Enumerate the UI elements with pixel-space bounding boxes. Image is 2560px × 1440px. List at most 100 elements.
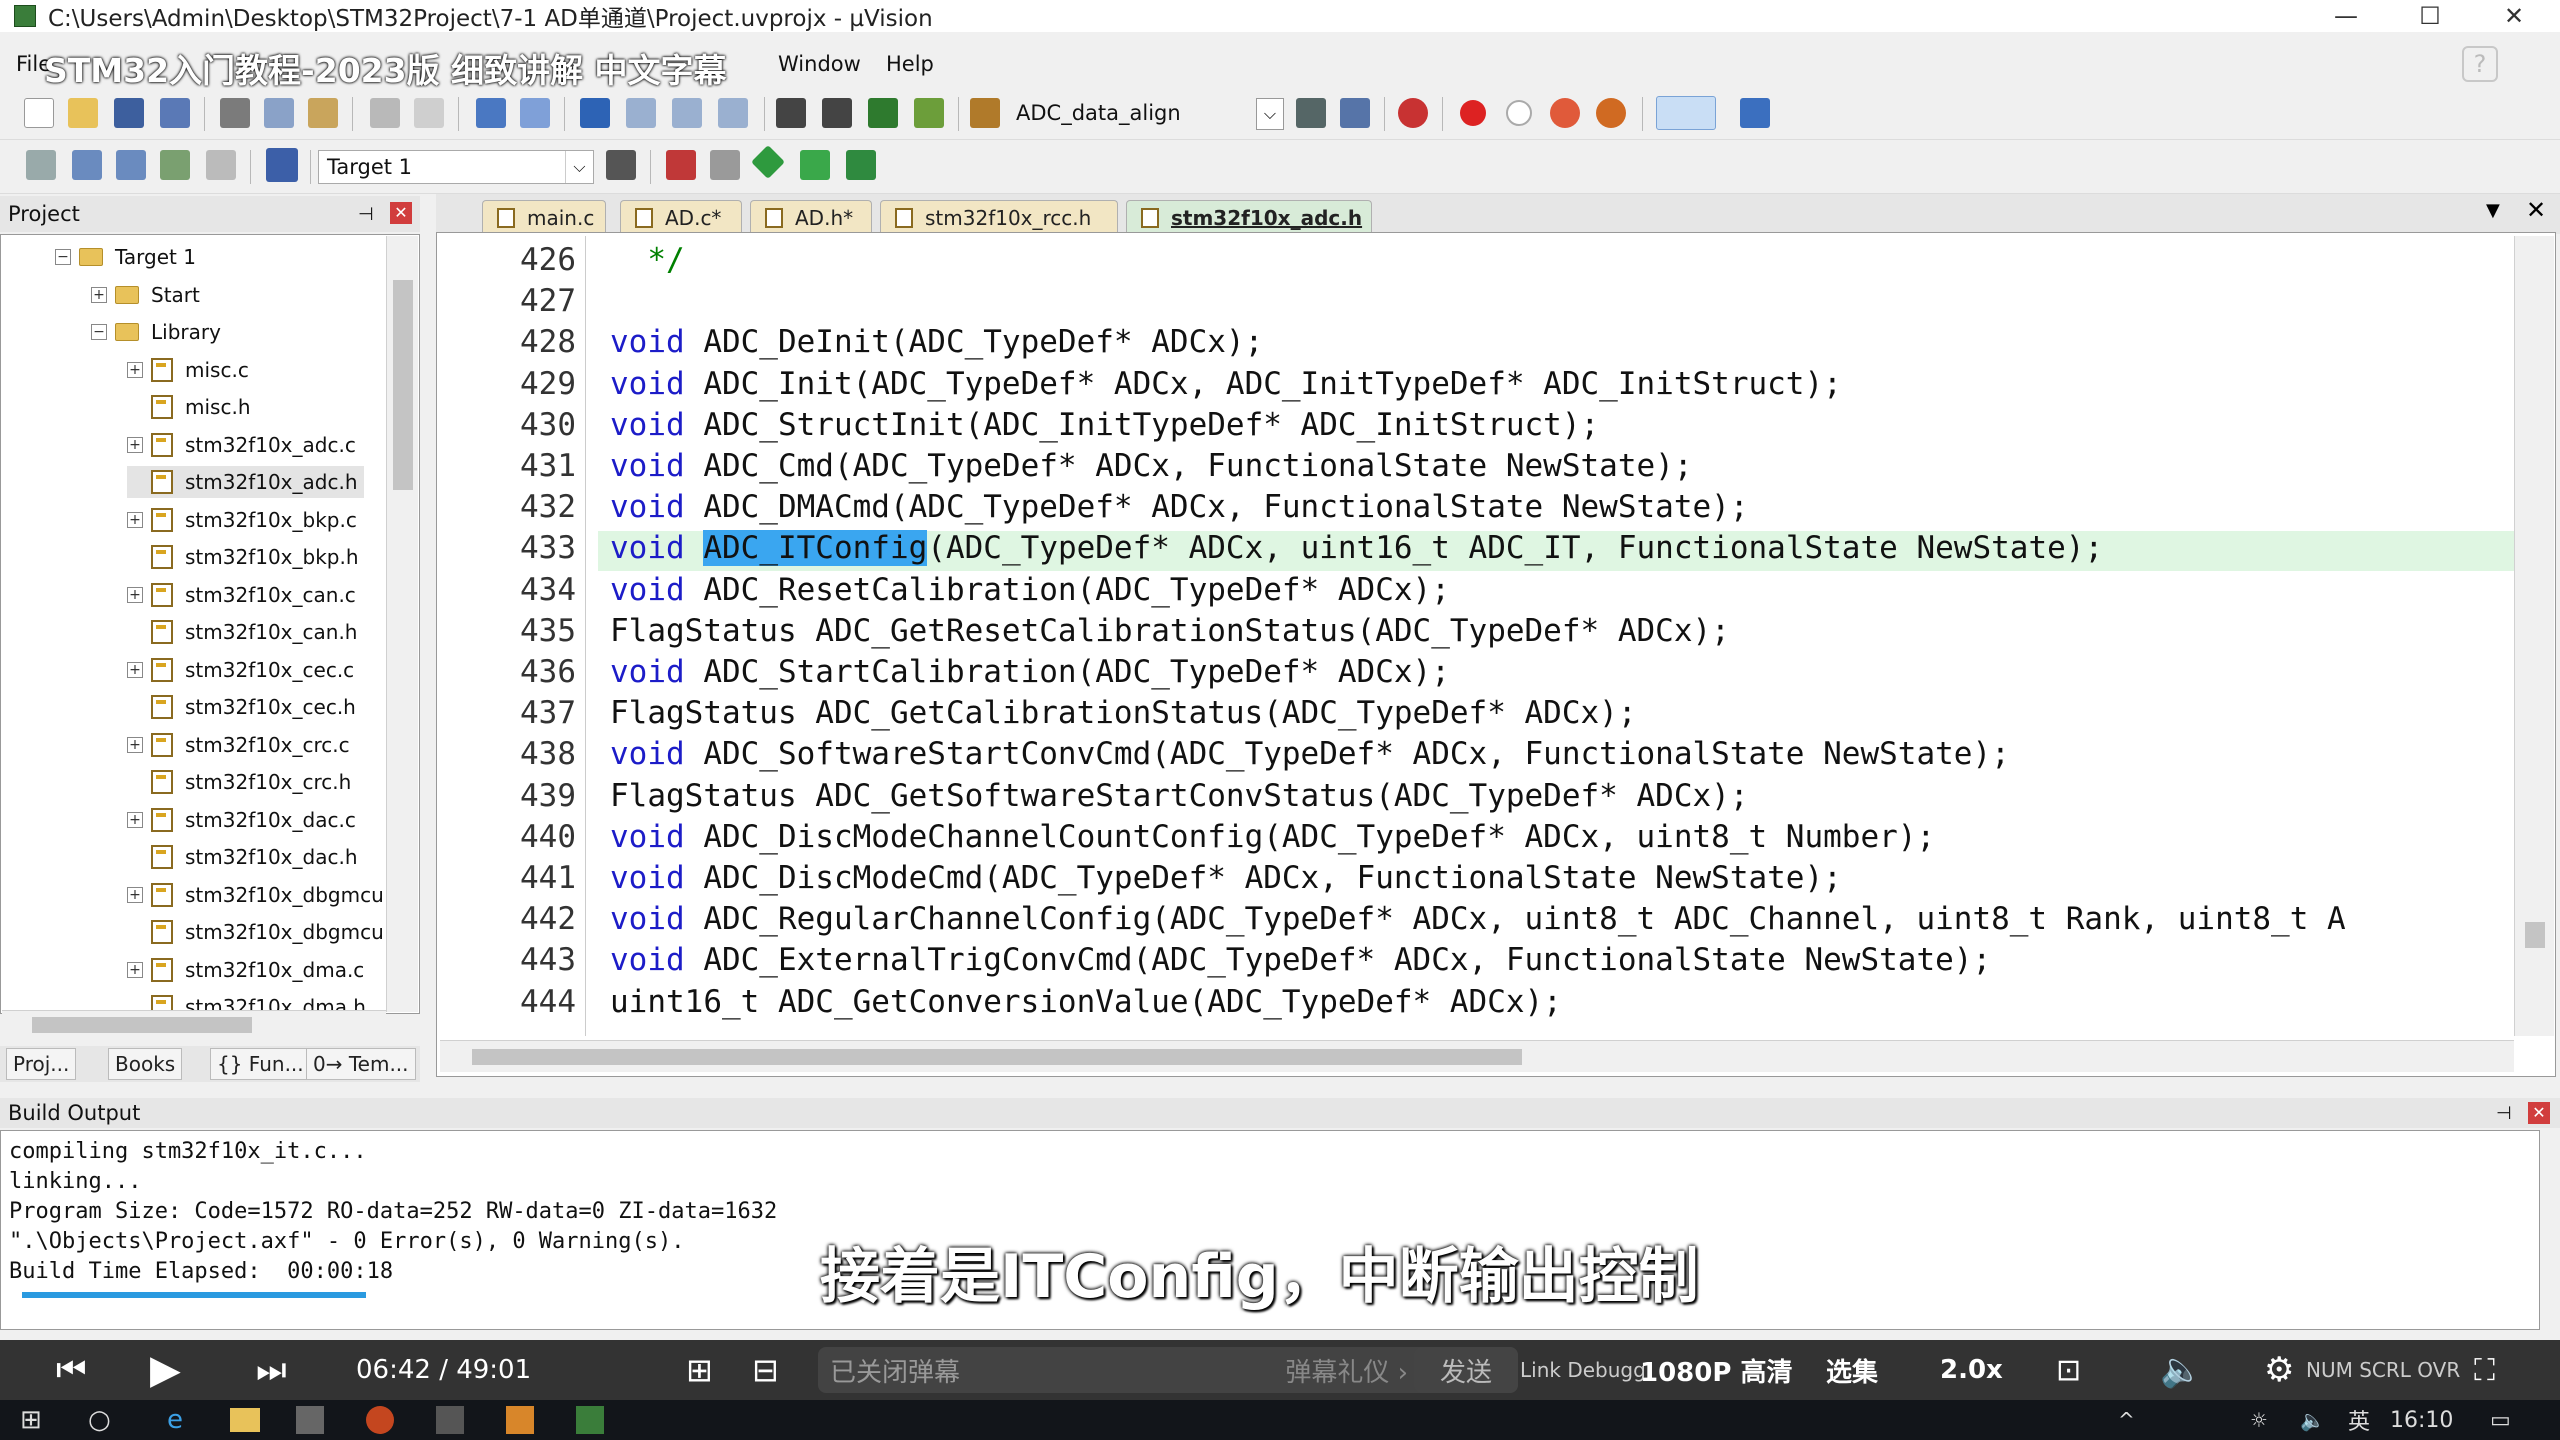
- code-line[interactable]: void ADC_ExternalTrigConvCmd(ADC_TypeDef…: [610, 942, 1991, 978]
- editor-tab[interactable]: AD.h*: [750, 200, 872, 234]
- pack-installer-icon[interactable]: [751, 145, 785, 179]
- danmaku-toggle-icon[interactable]: ⊞: [686, 1340, 713, 1400]
- tab-project[interactable]: Proj...: [6, 1048, 77, 1080]
- manage-rte-icon[interactable]: [846, 150, 876, 180]
- project-tree-hscrollbar[interactable]: [2, 1010, 386, 1038]
- editor-tab[interactable]: main.c: [482, 200, 606, 234]
- fullscreen-icon[interactable]: ⛶: [2474, 1340, 2495, 1400]
- code-line[interactable]: void ADC_ITConfig(ADC_TypeDef* ADCx, uin…: [610, 530, 2103, 567]
- tab-books[interactable]: Books: [108, 1048, 183, 1080]
- build-icon[interactable]: [72, 150, 102, 180]
- send-button[interactable]: 发送: [1414, 1347, 1518, 1393]
- windows-start-icon[interactable]: ⊞: [20, 1400, 42, 1440]
- code-line[interactable]: void ADC_ResetCalibration(ADC_TypeDef* A…: [610, 572, 1450, 608]
- tree-item[interactable]: + stm32f10x_crc.c: [127, 729, 350, 761]
- tree-item[interactable]: stm32f10x_dbgmcu: [127, 916, 384, 948]
- tree-item[interactable]: + Start: [91, 279, 200, 311]
- code-line[interactable]: void ADC_DiscModeCmd(ADC_TypeDef* ADCx, …: [610, 860, 1842, 896]
- breakpoint-insert-icon[interactable]: [1460, 100, 1486, 126]
- bookmark-next-icon[interactable]: [672, 98, 702, 128]
- danmaku-settings-icon[interactable]: ⊟: [752, 1340, 779, 1400]
- unindent-icon[interactable]: [822, 98, 852, 128]
- target-options-icon[interactable]: [606, 150, 636, 180]
- tree-item[interactable]: + stm32f10x_cec.c: [127, 654, 354, 686]
- volume-icon[interactable]: 🔈: [2160, 1340, 2202, 1400]
- volume-icon[interactable]: 🔈: [2300, 1400, 2325, 1440]
- powerpoint-icon[interactable]: [366, 1406, 394, 1434]
- breakpoint-disable-icon[interactable]: [1506, 100, 1532, 126]
- new-file-icon[interactable]: [24, 98, 54, 128]
- select-packs-icon[interactable]: [800, 150, 830, 180]
- load-download-icon[interactable]: [266, 148, 298, 182]
- chevron-down-icon[interactable]: ⌵: [1256, 98, 1284, 130]
- redo-icon[interactable]: [414, 98, 444, 128]
- code-line[interactable]: void ADC_RegularChannelConfig(ADC_TypeDe…: [610, 901, 2346, 937]
- app-icon[interactable]: [296, 1406, 324, 1434]
- scroll-thumb[interactable]: [393, 280, 413, 490]
- save-icon[interactable]: [114, 98, 144, 128]
- minimize-button[interactable]: —: [2316, 0, 2376, 32]
- function-combo[interactable]: ADC_data_align: [1008, 96, 1286, 130]
- indent-icon[interactable]: [776, 98, 806, 128]
- code-line[interactable]: void ADC_Cmd(ADC_TypeDef* ADCx, Function…: [610, 448, 1693, 484]
- tree-item[interactable]: + stm32f10x_adc.c: [127, 429, 356, 461]
- code-line[interactable]: void ADC_StartCalibration(ADC_TypeDef* A…: [610, 654, 1450, 690]
- project-tree-scrollbar[interactable]: [386, 236, 418, 1012]
- undo-icon[interactable]: [370, 98, 400, 128]
- code-line[interactable]: void ADC_DeInit(ADC_TypeDef* ADCx);: [610, 324, 1263, 360]
- code-line[interactable]: */: [610, 242, 684, 278]
- pin-icon[interactable]: ⊣: [2496, 1103, 2512, 1124]
- search-icon[interactable]: ○: [88, 1400, 111, 1440]
- ime-indicator[interactable]: 英: [2348, 1400, 2370, 1440]
- tree-item[interactable]: stm32f10x_bkp.h: [127, 541, 359, 573]
- nav-back-icon[interactable]: [476, 98, 506, 128]
- code-line[interactable]: uint16_t ADC_GetConversionValue(ADC_Type…: [610, 984, 1562, 1020]
- scroll-thumb[interactable]: [32, 1017, 252, 1033]
- code-line[interactable]: FlagStatus ADC_GetCalibrationStatus(ADC_…: [610, 695, 1637, 731]
- expand-icon[interactable]: +: [127, 736, 143, 753]
- help-bubble-icon[interactable]: ?: [2462, 46, 2498, 82]
- expand-icon[interactable]: +: [127, 886, 143, 903]
- copy-icon[interactable]: [264, 98, 294, 128]
- close-icon[interactable]: ✕: [2528, 1102, 2550, 1124]
- configure-icon[interactable]: [1296, 98, 1326, 128]
- expand-icon[interactable]: +: [127, 661, 143, 678]
- scroll-thumb[interactable]: [2525, 922, 2545, 948]
- code-line[interactable]: FlagStatus ADC_GetSoftwareStartConvStatu…: [610, 778, 1748, 814]
- expand-icon[interactable]: +: [127, 361, 143, 378]
- play-icon[interactable]: ▶: [150, 1340, 181, 1400]
- subtitle-icon[interactable]: ⊡: [2056, 1340, 2081, 1400]
- code-line[interactable]: void ADC_DMACmd(ADC_TypeDef* ADCx, Funct…: [610, 489, 1748, 525]
- chevron-down-icon[interactable]: ⌵: [565, 151, 593, 183]
- expand-icon[interactable]: +: [127, 511, 143, 528]
- collapse-icon[interactable]: −: [55, 249, 71, 265]
- previous-icon[interactable]: ⏮: [56, 1340, 87, 1400]
- debug-session-icon[interactable]: [1398, 98, 1428, 128]
- tree-item[interactable]: stm32f10x_adc.h: [127, 466, 364, 498]
- tree-item[interactable]: misc.h: [127, 391, 251, 423]
- tree-item[interactable]: stm32f10x_cec.h: [127, 691, 356, 723]
- code-line[interactable]: void ADC_DiscModeChannelCountConfig(ADC_…: [610, 819, 1935, 855]
- tab-templates[interactable]: 0→ Tem...: [306, 1048, 416, 1080]
- code-line[interactable]: void ADC_StructInit(ADC_InitTypeDef* ADC…: [610, 407, 1599, 443]
- manage-project-icon[interactable]: [666, 150, 696, 180]
- tree-item[interactable]: + misc.c: [127, 354, 249, 386]
- breakpoint-disable-all-icon[interactable]: [1550, 98, 1580, 128]
- expand-icon[interactable]: +: [127, 586, 143, 603]
- play-overlay-icon[interactable]: [2388, 1148, 2488, 1224]
- tree-item[interactable]: − Target 1: [55, 241, 196, 273]
- editor-hscrollbar[interactable]: [440, 1040, 2514, 1072]
- tray-icon[interactable]: ☼: [2250, 1400, 2268, 1440]
- tree-item[interactable]: + stm32f10x_bkp.c: [127, 504, 357, 536]
- translate-icon[interactable]: [26, 150, 56, 180]
- notification-icon[interactable]: ▭: [2490, 1400, 2511, 1440]
- window-layout-icon[interactable]: [1656, 96, 1716, 130]
- episodes-button[interactable]: 选集: [1826, 1340, 1878, 1400]
- next-icon[interactable]: ⏭: [256, 1340, 287, 1400]
- code-line[interactable]: void ADC_Init(ADC_TypeDef* ADCx, ADC_Ini…: [610, 366, 1842, 402]
- bookmark-icon[interactable]: [580, 98, 610, 128]
- editor-vscrollbar[interactable]: [2514, 236, 2554, 1036]
- keil-uvision-icon[interactable]: [576, 1406, 604, 1434]
- open-file-icon[interactable]: [68, 98, 98, 128]
- code-line[interactable]: FlagStatus ADC_GetResetCalibrationStatus…: [610, 613, 1730, 649]
